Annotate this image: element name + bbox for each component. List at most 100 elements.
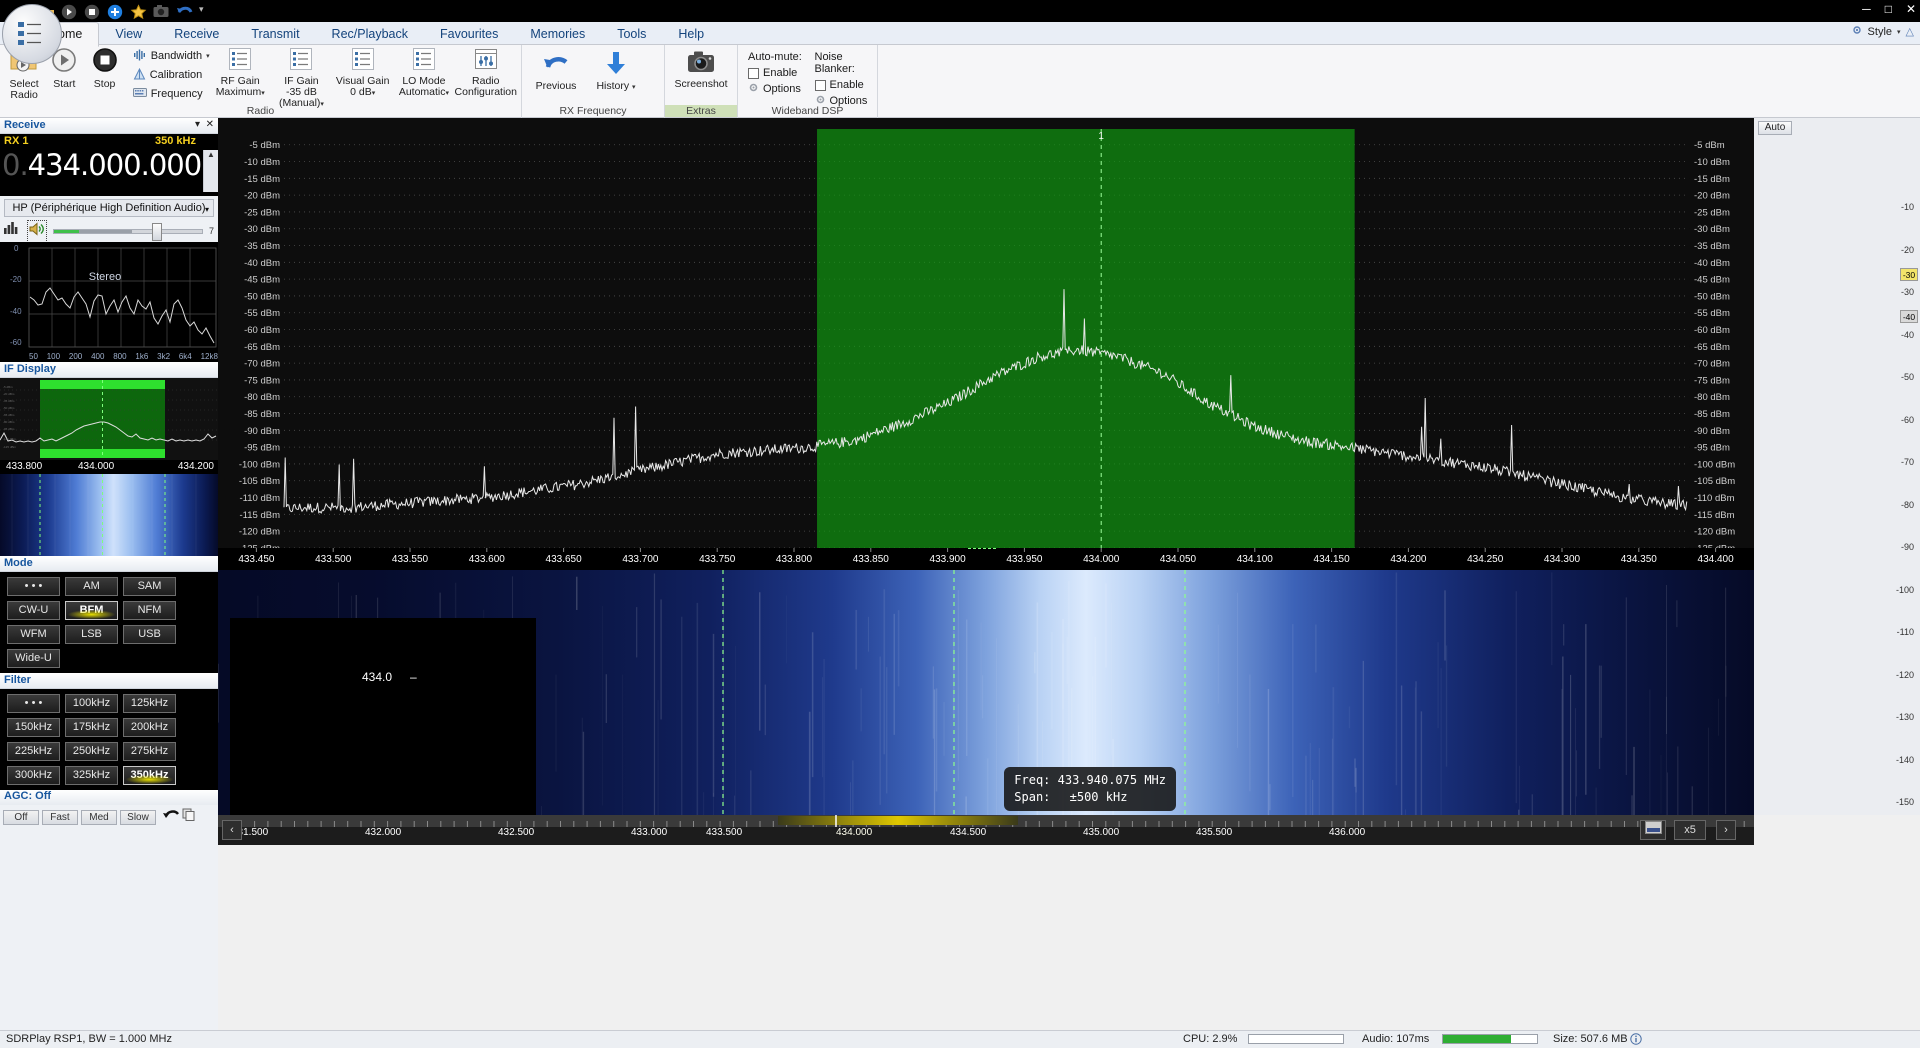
zoom-level-button[interactable]: x5 bbox=[1674, 820, 1706, 840]
filter-button-225khz[interactable]: 225kHz bbox=[7, 742, 60, 761]
agc-button-off[interactable]: Off bbox=[3, 810, 39, 825]
audio-device-select[interactable]: HP (Périphérique High Definition Audio) … bbox=[4, 199, 214, 217]
minimize-button[interactable]: ─ bbox=[1862, 2, 1871, 16]
chevron-down-icon[interactable]: ▾ bbox=[372, 90, 376, 97]
mode-button-wideu[interactable]: Wide-U bbox=[7, 649, 60, 668]
tab-help[interactable]: Help bbox=[662, 23, 720, 46]
tab-receive[interactable]: Receive bbox=[158, 23, 235, 46]
lo-mode-value[interactable]: Automatic bbox=[399, 86, 446, 98]
info-icon[interactable] bbox=[1630, 1033, 1642, 1048]
noise-blanker-enable-row[interactable]: Enable bbox=[815, 79, 874, 91]
filter-button-325khz[interactable]: 325kHz bbox=[65, 766, 118, 785]
right-scale-top-marker[interactable]: -30 bbox=[1900, 268, 1918, 281]
band-navigator[interactable]: 431.500 432.000 432.500 433.000 433.500 … bbox=[218, 815, 1754, 845]
mode-button-cwu[interactable]: CW-U bbox=[7, 601, 60, 620]
tab-memories[interactable]: Memories bbox=[514, 23, 601, 46]
radio-configuration-button[interactable]: Radio Configuration bbox=[455, 45, 517, 98]
spectrum-plot[interactable]: 1 -5 dBm-10 dBm-15 dBm-20 dBm-25 dBm-30 … bbox=[218, 118, 1754, 570]
filter-button-100khz[interactable]: 100kHz bbox=[65, 694, 118, 713]
stop-button[interactable]: Stop bbox=[84, 45, 124, 90]
volume-slider[interactable] bbox=[53, 229, 203, 234]
chevron-down-icon[interactable]: ▾ bbox=[205, 202, 209, 218]
filter-button-more[interactable]: • • • bbox=[7, 694, 60, 713]
tab-view[interactable]: View bbox=[99, 23, 158, 46]
mode-button-am[interactable]: AM bbox=[65, 577, 118, 596]
rf-spectrum-display[interactable]: -62 dBm -120 -100 -80 -60 -40 -20 1 -5 d… bbox=[218, 118, 1754, 570]
tab-tools[interactable]: Tools bbox=[601, 23, 662, 46]
mode-button-more[interactable]: • • • bbox=[7, 577, 60, 596]
filter-button-300khz[interactable]: 300kHz bbox=[7, 766, 60, 785]
if-gain-button[interactable]: IF Gain -35 dB (Manual)▾ bbox=[271, 45, 332, 110]
mode-button-usb[interactable]: USB bbox=[123, 625, 176, 644]
undo-icon[interactable] bbox=[176, 4, 193, 21]
maximize-button[interactable]: □ bbox=[1885, 2, 1892, 16]
application-menu-orb[interactable] bbox=[2, 4, 62, 64]
mode-button-lsb[interactable]: LSB bbox=[65, 625, 118, 644]
lo-mode-button[interactable]: LO Mode Automatic▾ bbox=[393, 45, 454, 99]
history-button[interactable]: History ▾ bbox=[586, 48, 646, 93]
tab-transmit[interactable]: Transmit bbox=[235, 23, 315, 46]
tab-favourites[interactable]: Favourites bbox=[424, 23, 514, 46]
agc-button-fast[interactable]: Fast bbox=[42, 810, 78, 825]
camera-icon[interactable] bbox=[153, 4, 170, 21]
chevron-up-icon[interactable]: ▲ bbox=[204, 150, 218, 159]
noise-blanker-enable-checkbox[interactable] bbox=[815, 80, 826, 91]
ribbon-collapse-icon[interactable]: △ bbox=[1906, 25, 1914, 38]
rf-gain-value[interactable]: Maximum bbox=[216, 86, 262, 98]
filter-button-175khz[interactable]: 175kHz bbox=[65, 718, 118, 737]
agc-button-slow[interactable]: Slow bbox=[120, 810, 156, 825]
mode-button-bfm[interactable]: BFM bbox=[65, 601, 118, 620]
filter-button-350khz[interactable]: 350kHz bbox=[123, 766, 176, 785]
auto-mute-enable-row[interactable]: Enable bbox=[748, 67, 807, 79]
mode-button-nfm[interactable]: NFM bbox=[123, 601, 176, 620]
band-scroll-left-button[interactable]: ‹ bbox=[222, 820, 242, 840]
style-text[interactable]: Style bbox=[1868, 26, 1892, 38]
audio-levels-icon[interactable] bbox=[4, 222, 21, 240]
agc-copy-icon[interactable] bbox=[182, 808, 196, 826]
bandwidth-menu[interactable]: Bandwidth ▾ bbox=[133, 48, 210, 64]
filter-button-150khz[interactable]: 150kHz bbox=[7, 718, 60, 737]
volume-knob[interactable] bbox=[152, 223, 162, 241]
style-selector[interactable]: Radio Style ▾ △ bbox=[1851, 24, 1914, 39]
receive-panel-controls[interactable]: ▾ ✕ bbox=[195, 119, 214, 130]
agc-undo-icon[interactable] bbox=[162, 808, 179, 826]
filter-button-250khz[interactable]: 250kHz bbox=[65, 742, 118, 761]
tab-rec-playback[interactable]: Rec/Playback bbox=[316, 23, 424, 46]
window-controls[interactable]: ─ □ ✕ bbox=[1862, 2, 1916, 16]
visual-gain-value[interactable]: 0 dB bbox=[350, 86, 372, 98]
waterfall-mode-button[interactable] bbox=[1640, 820, 1666, 840]
speaker-icon[interactable] bbox=[27, 220, 47, 243]
play-icon[interactable] bbox=[61, 4, 78, 21]
auto-scale-button[interactable]: Auto bbox=[1758, 121, 1792, 135]
favourite-star-icon[interactable] bbox=[130, 4, 147, 21]
frequency-main[interactable]: 434.000.000 bbox=[28, 148, 202, 182]
previous-frequency-button[interactable]: Previous bbox=[526, 48, 586, 92]
chevron-down-icon[interactable]: ▾ bbox=[632, 84, 636, 91]
calibration-menu[interactable]: Calibration bbox=[133, 67, 210, 83]
rf-waterfall[interactable]: 434.0 – Freq: 433.940.075 MHz Span: ±500… bbox=[218, 570, 1754, 815]
frequency-value[interactable]: 0.434.000.000 bbox=[2, 148, 201, 182]
add-icon[interactable] bbox=[107, 4, 124, 21]
mode-button-sam[interactable]: SAM bbox=[123, 577, 176, 596]
chevron-down-icon[interactable]: ▾ bbox=[446, 90, 450, 97]
frequency-menu[interactable]: Frequency bbox=[133, 86, 210, 102]
more-icon[interactable]: ▾ bbox=[199, 4, 216, 21]
agc-button-med[interactable]: Med bbox=[81, 810, 117, 825]
auto-mute-options-label[interactable]: Options bbox=[763, 83, 801, 95]
frequency-scroll[interactable]: ▲ bbox=[203, 150, 218, 192]
right-scale-bottom-marker[interactable]: -40 bbox=[1900, 310, 1918, 323]
quick-access-toolbar[interactable]: ▾ bbox=[38, 3, 216, 21]
screenshot-button[interactable]: Screenshot bbox=[669, 48, 733, 90]
if-display-spectrum[interactable]: -5 dBm-20 dBm-35 dBm -50 dBm-65 dBm-80 d… bbox=[0, 378, 218, 460]
visual-gain-button[interactable]: Visual Gain 0 dB▾ bbox=[332, 45, 393, 99]
frequency-display[interactable]: RX 1 350 kHz 0.434.000.000 ▲ bbox=[0, 134, 218, 196]
band-scroll-right-button[interactable]: › bbox=[1716, 820, 1736, 840]
mode-button-wfm[interactable]: WFM bbox=[7, 625, 60, 644]
if-waterfall[interactable] bbox=[0, 474, 218, 556]
ribbon-tabs[interactable]: Home View Receive Transmit Rec/Playback … bbox=[32, 22, 720, 46]
filter-button-275khz[interactable]: 275kHz bbox=[123, 742, 176, 761]
filter-button-125khz[interactable]: 125kHz bbox=[123, 694, 176, 713]
auto-mute-options-row[interactable]: Options bbox=[748, 82, 807, 96]
stop-icon[interactable] bbox=[84, 4, 101, 21]
close-button[interactable]: ✕ bbox=[1906, 2, 1916, 16]
